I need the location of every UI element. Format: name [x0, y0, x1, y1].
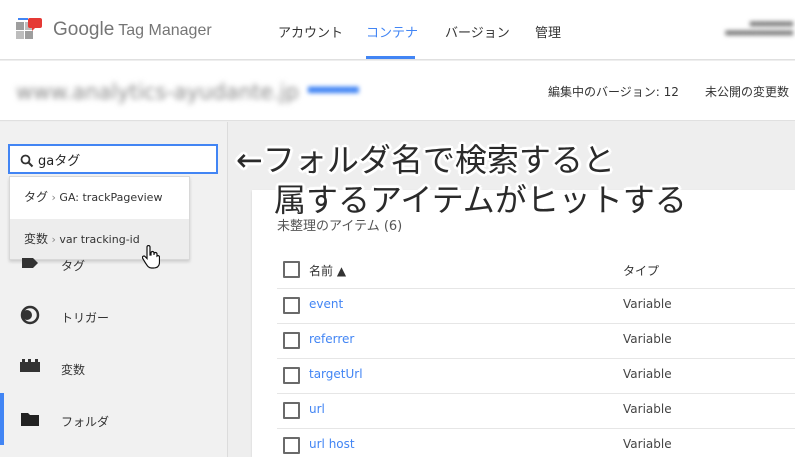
- row-type: Variable: [623, 437, 672, 451]
- sidebar-item-label: トリガー: [61, 311, 110, 325]
- table-row: event Variable: [277, 288, 795, 323]
- row-type: Variable: [623, 367, 672, 381]
- search-input[interactable]: [38, 149, 208, 169]
- table-row: url Variable: [277, 393, 795, 428]
- row-name-link[interactable]: event: [309, 297, 343, 311]
- nav-versions[interactable]: バージョン: [445, 22, 510, 41]
- brand: Google Tag Manager: [53, 19, 212, 41]
- brand-google: Google: [53, 19, 115, 40]
- sidebar-item-variables[interactable]: 変数: [0, 341, 227, 393]
- nav-container[interactable]: コンテナ: [366, 22, 418, 41]
- account-info-blurred[interactable]: ▀▀▀▀▀▀▀ ▀▀▀▀▀▀▀▀▀▀▀: [715, 22, 793, 40]
- search-icon: [20, 154, 34, 168]
- sidebar-item-triggers[interactable]: トリガー: [0, 289, 227, 341]
- annotation-line-2: 属するアイテムがヒットする: [274, 181, 687, 219]
- container-id-blurred: ▀▀▀▀▀▀: [308, 87, 359, 100]
- nav-account[interactable]: アカウント: [278, 22, 343, 41]
- trigger-icon: [20, 305, 40, 325]
- row-checkbox[interactable]: [283, 437, 300, 454]
- active-indicator: [0, 393, 4, 445]
- container-name: www.analytics-ayudante.jp: [16, 80, 299, 104]
- sidebar-item-label: タグ: [61, 259, 86, 273]
- annotation-line-1: ←フォルダ名で検索すると: [236, 141, 615, 179]
- row-checkbox[interactable]: [283, 332, 300, 349]
- tag-manager-logo-icon: [16, 18, 42, 39]
- sidebar-item-label: 変数: [61, 363, 86, 377]
- row-name-link[interactable]: referrer: [309, 332, 354, 346]
- table-row: url host Variable: [277, 428, 795, 457]
- row-name-link[interactable]: url host: [309, 437, 355, 451]
- annotation-text: ←フォルダ名で検索すると 属するアイテムがヒットする: [236, 140, 687, 220]
- variables-icon: [20, 359, 40, 372]
- column-header-type: タイプ: [623, 264, 660, 278]
- row-checkbox[interactable]: [283, 367, 300, 384]
- row-type: Variable: [623, 332, 672, 346]
- top-bar: Google Tag Manager アカウント コンテナ バージョン 管理 ▀▀…: [0, 0, 795, 60]
- suggestion-item[interactable]: タグ › GA: trackPageview: [10, 177, 189, 217]
- suggestion-separator: ›: [51, 191, 56, 204]
- select-all-checkbox[interactable]: [283, 261, 300, 278]
- container-bar: www.analytics-ayudante.jp ▀▀▀▀▀▀ 編集中のバージ…: [0, 61, 795, 121]
- nav-admin[interactable]: 管理: [535, 22, 561, 41]
- search-box[interactable]: [8, 144, 218, 174]
- folder-icon: [21, 413, 39, 426]
- sidebar-item-label: フォルダ: [61, 415, 110, 429]
- editing-version: 編集中のバージョン: 12: [548, 85, 679, 99]
- sidebar: タグ › GA: trackPageview 変数 › var tracking…: [0, 122, 228, 457]
- row-name-link[interactable]: url: [309, 402, 325, 416]
- brand-product: Tag Manager: [118, 22, 212, 39]
- sidebar-item-folders[interactable]: フォルダ: [0, 393, 227, 445]
- row-checkbox[interactable]: [283, 297, 300, 314]
- suggestion-kind: タグ: [24, 190, 49, 204]
- sidebar-item-tags[interactable]: タグ: [0, 237, 227, 289]
- row-type: Variable: [623, 297, 672, 311]
- row-type: Variable: [623, 402, 672, 416]
- unpublished-changes: 未公開の変更数: [705, 85, 790, 99]
- row-name-link[interactable]: targetUrl: [309, 367, 363, 381]
- tag-icon: [22, 258, 38, 268]
- suggestion-name: GA: trackPageview: [59, 191, 163, 204]
- folder-card: 未整理のアイテム (6) 名前 ▲ タイプ event Variable ref…: [252, 190, 795, 457]
- nav-active-indicator: [366, 56, 415, 59]
- table-row: referrer Variable: [277, 323, 795, 358]
- column-header-name[interactable]: 名前 ▲: [309, 262, 346, 279]
- table-row: targetUrl Variable: [277, 358, 795, 393]
- row-checkbox[interactable]: [283, 402, 300, 419]
- hand-cursor-icon: [142, 245, 160, 269]
